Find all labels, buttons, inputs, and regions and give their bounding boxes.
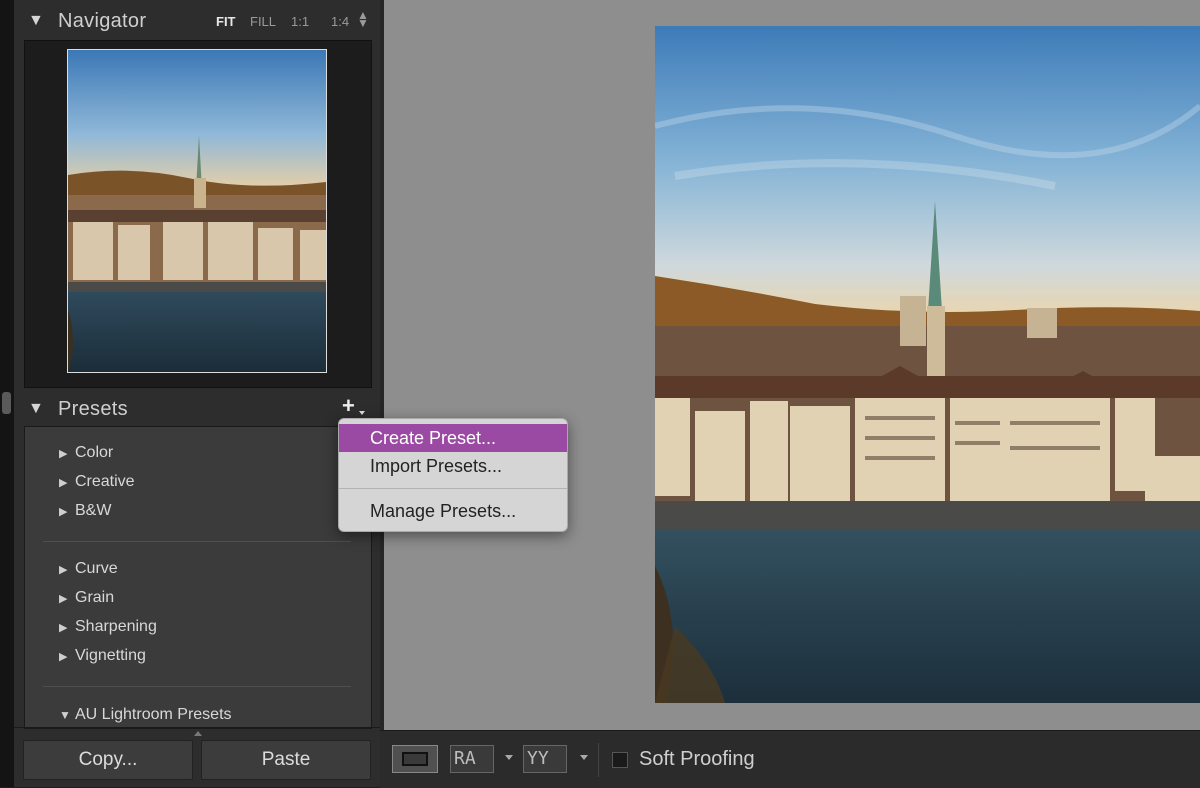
zoom-fill[interactable]: FILL bbox=[250, 14, 276, 29]
preset-group-label: AU Lightroom Presets bbox=[75, 706, 232, 723]
preset-group-sharpening[interactable]: ▶ Sharpening bbox=[59, 618, 157, 640]
city-photo bbox=[655, 26, 1200, 703]
compare-label: YY bbox=[527, 748, 549, 769]
panel-expand-triangle-icon[interactable] bbox=[194, 731, 202, 736]
preset-group-creative[interactable]: ▶ Creative bbox=[59, 473, 135, 495]
expand-arrow-icon: ▶ bbox=[59, 564, 68, 576]
expand-arrow-icon: ▶ bbox=[59, 622, 68, 634]
expand-arrow-icon: ▶ bbox=[59, 477, 68, 489]
toolbar-divider bbox=[598, 743, 599, 777]
navigator-header[interactable]: ▼ Navigator FIT FILL 1:1 1:4 ▲ ▼ bbox=[14, 0, 380, 40]
panel-edge-strip bbox=[0, 0, 14, 787]
preset-group-label: Curve bbox=[75, 560, 118, 577]
expand-arrow-icon: ▶ bbox=[59, 593, 68, 605]
presets-context-menu: Create Preset... Import Presets... Manag… bbox=[338, 418, 568, 532]
before-after-button[interactable]: RA bbox=[450, 745, 494, 773]
expanded-arrow-icon: ▼ bbox=[59, 708, 71, 722]
zoom-1-1[interactable]: 1:1 bbox=[291, 14, 309, 29]
menu-import-presets[interactable]: Import Presets... bbox=[339, 452, 567, 480]
preset-group-label: Grain bbox=[75, 589, 115, 606]
preset-group-grain[interactable]: ▶ Grain bbox=[59, 589, 114, 611]
paste-button[interactable]: Paste bbox=[201, 740, 371, 780]
compare-dropdown-icon[interactable] bbox=[580, 755, 588, 760]
panel-separator bbox=[14, 727, 380, 728]
image-canvas[interactable] bbox=[380, 0, 1200, 730]
thumbnail-image bbox=[68, 50, 326, 372]
soft-proofing-checkbox[interactable] bbox=[612, 752, 628, 768]
preset-group-au-lightroom[interactable]: ▼ AU Lightroom Presets bbox=[59, 706, 232, 728]
presets-title: Presets bbox=[58, 398, 128, 420]
navigator-preview[interactable] bbox=[24, 40, 372, 388]
copy-button[interactable]: Copy... bbox=[23, 740, 193, 780]
zoom-1-4[interactable]: 1:4 bbox=[331, 14, 349, 29]
before-after-dropdown-icon[interactable] bbox=[505, 755, 513, 760]
soft-proofing-label: Soft Proofing bbox=[639, 748, 755, 770]
preset-group-label: Creative bbox=[75, 473, 135, 490]
collapse-triangle-icon[interactable]: ▼ bbox=[28, 400, 44, 418]
menu-create-preset[interactable]: Create Preset... bbox=[339, 424, 567, 452]
expand-arrow-icon: ▶ bbox=[59, 506, 68, 518]
preset-group-label: B&W bbox=[75, 502, 112, 519]
presets-divider bbox=[43, 686, 351, 687]
navigator-title: Navigator bbox=[58, 10, 147, 32]
preset-group-label: Sharpening bbox=[75, 618, 157, 635]
panel-resize-grip[interactable] bbox=[2, 392, 11, 414]
preset-group-curve[interactable]: ▶ Curve bbox=[59, 560, 118, 582]
presets-list: ▶ Color ▶ Creative ▶ B&W ▶ Curve ▶ Grain ▶ Sha… bbox=[24, 426, 372, 729]
compare-view-button[interactable]: YY bbox=[523, 745, 567, 773]
expand-arrow-icon: ▶ bbox=[59, 448, 68, 460]
plus-dropdown-caret-icon[interactable] bbox=[359, 411, 365, 415]
presets-header[interactable]: ▼ Presets + bbox=[14, 388, 380, 428]
menu-manage-presets[interactable]: Manage Presets... bbox=[339, 497, 567, 525]
zoom-fit[interactable]: FIT bbox=[216, 14, 236, 29]
loupe-icon bbox=[402, 752, 428, 766]
presets-divider bbox=[43, 541, 351, 542]
preset-group-vignetting[interactable]: ▶ Vignetting bbox=[59, 647, 146, 669]
bottom-toolbar: RA YY Soft Proofing bbox=[380, 730, 1200, 788]
preset-group-label: Vignetting bbox=[75, 647, 146, 664]
left-panel: ▼ Navigator FIT FILL 1:1 1:4 ▲ ▼ ▼ Prese… bbox=[14, 0, 380, 787]
expand-arrow-icon: ▶ bbox=[59, 651, 68, 663]
preset-group-bw[interactable]: ▶ B&W bbox=[59, 502, 111, 524]
loupe-view-button[interactable] bbox=[392, 745, 438, 773]
before-after-label: RA bbox=[454, 748, 476, 769]
collapse-triangle-icon[interactable]: ▼ bbox=[28, 12, 44, 30]
main-photo[interactable] bbox=[655, 26, 1200, 703]
zoom-stepper-icon[interactable]: ▲ ▼ bbox=[357, 9, 369, 29]
menu-separator bbox=[339, 488, 567, 489]
canvas-border bbox=[380, 0, 384, 730]
preset-group-color[interactable]: ▶ Color bbox=[59, 444, 113, 466]
preset-group-label: Color bbox=[75, 444, 114, 461]
navigator-thumbnail bbox=[67, 49, 327, 373]
